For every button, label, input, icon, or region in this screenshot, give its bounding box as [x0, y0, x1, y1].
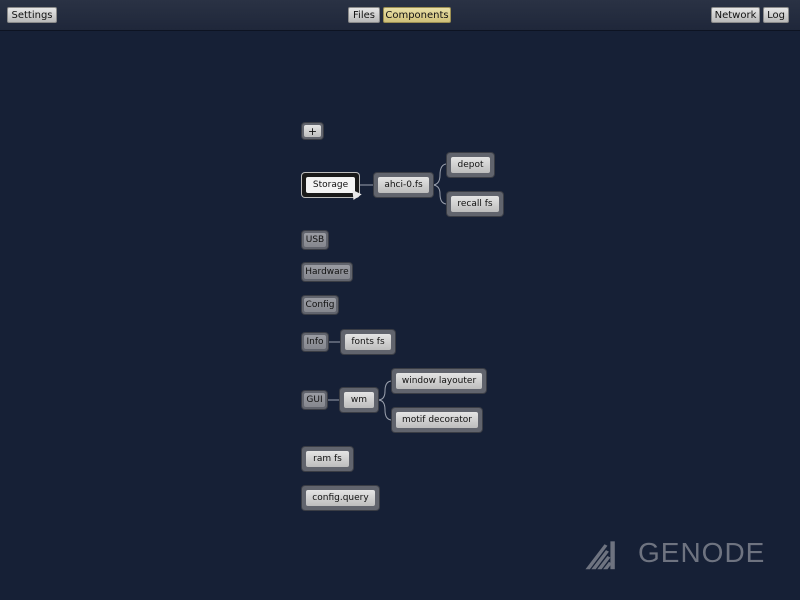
link-wm-layouter: [377, 380, 393, 401]
window-layouter-node[interactable]: window layouter: [392, 369, 486, 393]
ahci-node[interactable]: ahci-0.fs: [374, 173, 433, 197]
genode-logo-icon: [585, 541, 615, 570]
link-wm-decorator: [377, 399, 393, 421]
hardware-node[interactable]: Hardware: [302, 263, 352, 281]
component-graph: + Storage ahci-0.fs depot recall fs USB …: [0, 0, 800, 600]
link-ahci-depot: [431, 163, 448, 186]
genode-logo-text: GENODE: [638, 537, 766, 568]
recall-fs-node[interactable]: recall fs: [447, 192, 503, 216]
ram-fs-node[interactable]: ram fs: [302, 447, 353, 471]
config-node[interactable]: Config: [302, 296, 338, 314]
fonts-fs-node[interactable]: fonts fs: [341, 330, 395, 354]
motif-decorator-node[interactable]: motif decorator: [392, 408, 482, 432]
usb-node[interactable]: USB: [302, 231, 328, 249]
config-query-node[interactable]: config.query: [302, 486, 379, 510]
wm-node[interactable]: wm: [340, 388, 378, 412]
link-ahci-recall: [431, 184, 448, 205]
gui-node[interactable]: GUI: [302, 391, 327, 409]
depot-node[interactable]: depot: [447, 153, 494, 177]
add-component-button[interactable]: +: [302, 123, 323, 139]
info-node[interactable]: Info: [302, 333, 328, 351]
graph-connections: [326, 163, 448, 421]
